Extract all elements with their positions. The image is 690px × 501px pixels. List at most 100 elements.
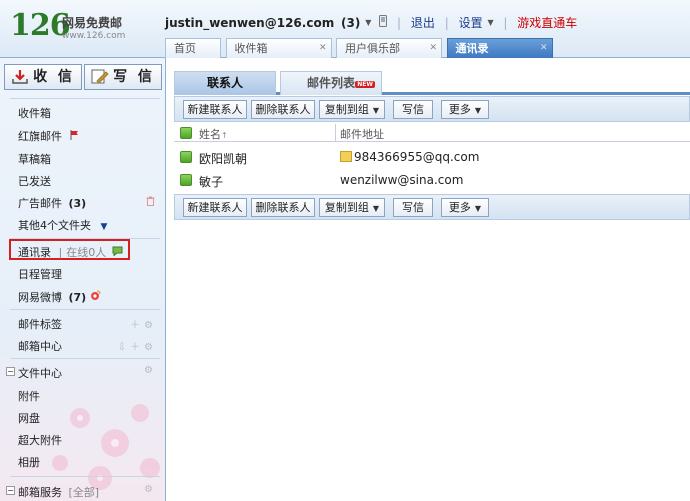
row-checkbox[interactable] (180, 151, 192, 163)
mail-actions: 收 信 写 信 (4, 64, 162, 90)
folder-other[interactable]: 其他4个文件夹 ▼ (18, 217, 107, 233)
more-button[interactable]: 更多 ▼ (441, 198, 489, 217)
file-center-settings[interactable]: ⚙ (144, 365, 157, 376)
tab-mailing-list[interactable]: 邮件列表 NEW (280, 71, 382, 95)
row-checkbox[interactable] (180, 174, 192, 186)
tab-club[interactable]: 用户俱乐部 ✕ (336, 38, 442, 58)
logo-number: 126 (10, 8, 71, 43)
big-attach-label: 超大附件 (18, 434, 62, 447)
close-icon[interactable]: ✕ (540, 39, 548, 58)
tab-label: 收件箱 (234, 42, 268, 55)
toolbar-top: 新建联系人 删除联系人 复制到组 ▼ 写信 更多 ▼ (174, 96, 690, 122)
sidebar-item-contacts[interactable]: 通讯录 | 在线0人 (18, 244, 123, 260)
chevron-down-icon[interactable]: ▼ (365, 18, 371, 27)
account-count: (3) (341, 15, 361, 30)
logout-link[interactable]: 退出 (411, 14, 435, 31)
new-contact-button[interactable]: 新建联系人 (183, 198, 247, 217)
folder-inbox[interactable]: 收件箱 (18, 105, 51, 121)
center-tools[interactable]: ⇩＋⚙ (118, 338, 157, 353)
more-button[interactable]: 更多 ▼ (441, 100, 489, 119)
triangle-down-icon: ▼ (100, 222, 108, 232)
tab-label: 联系人 (206, 76, 243, 90)
sidebar-item-file-center[interactable]: 文件中心 (18, 365, 62, 381)
sidebar-item-calendar[interactable]: 日程管理 (18, 266, 62, 282)
sidebar-item-center[interactable]: 邮箱中心 (18, 338, 62, 354)
weibo-count: (7) (68, 291, 87, 304)
contact-email[interactable]: 984366955@qq.com (340, 150, 479, 164)
chat-bubble-icon[interactable] (112, 246, 123, 259)
sidebar-item-netdisk[interactable]: 网盘 (18, 410, 40, 426)
table-row[interactable]: 敏子 wenzilww@sina.com (174, 169, 690, 191)
logo-url: www.126.com (62, 31, 126, 41)
column-name[interactable]: 姓名↑ (199, 126, 228, 142)
logo-title: 网易免费邮 (62, 16, 123, 30)
delete-contact-button[interactable]: 删除联系人 (251, 198, 315, 217)
close-icon[interactable]: ✕ (429, 39, 437, 58)
folder-label: 红旗邮件 (18, 130, 62, 143)
settings-link[interactable]: 设置 (459, 14, 483, 31)
sidebar-item-big-attach[interactable]: 超大附件 (18, 432, 62, 448)
sidebar-item-services[interactable]: 邮箱服务 [全部] (18, 484, 99, 500)
select-all-checkbox[interactable] (180, 127, 192, 139)
collapse-icon[interactable]: − (6, 486, 15, 495)
folder-drafts[interactable]: 草稿箱 (18, 151, 51, 167)
tab-label: 通讯录 (455, 42, 489, 55)
tags-tools[interactable]: ＋⚙ (130, 316, 157, 331)
collapse-icon[interactable]: − (6, 367, 15, 376)
folder-flagged[interactable]: 红旗邮件 (18, 128, 79, 144)
sidebar-item-weibo[interactable]: 网易微博 (7) (18, 289, 101, 305)
trash-icon[interactable] (146, 196, 155, 209)
sidebar-item-attachments[interactable]: 附件 (18, 388, 40, 404)
sidebar-item-tags[interactable]: 邮件标签 (18, 316, 62, 332)
copy-to-group-button[interactable]: 复制到组 ▼ (319, 100, 385, 119)
copy-label: 复制到组 (324, 201, 369, 214)
tab-home[interactable]: 首页 (165, 38, 221, 58)
copy-label: 复制到组 (324, 103, 369, 116)
game-link[interactable]: 游戏直通车 (517, 14, 577, 31)
chevron-down-icon: ▼ (372, 106, 380, 115)
contact-name[interactable]: 欧阳凯朝 (199, 150, 247, 167)
user-bar: justin_wenwen@126.com (3) ▼ | 退出 | 设置 ▼ … (165, 14, 578, 31)
tab-inbox[interactable]: 收件箱 ✕ (225, 38, 332, 58)
contact-name[interactable]: 敏子 (199, 173, 223, 190)
table-row[interactable]: 欧阳凯朝 984366955@qq.com (174, 146, 690, 168)
contacts-label: 通讯录 (18, 246, 51, 259)
online-count: 在线0人 (66, 246, 107, 259)
more-label: 更多 (448, 103, 471, 116)
receive-button[interactable]: 收 信 (4, 64, 82, 90)
account-name[interactable]: justin_wenwen@126.com (165, 16, 334, 30)
folder-label: 草稿箱 (18, 153, 51, 166)
chevron-down-icon[interactable]: ▼ (487, 18, 493, 27)
more-label: 更多 (448, 201, 471, 214)
write-mail-button[interactable]: 写信 (393, 198, 433, 217)
center-label: 邮箱中心 (18, 340, 62, 353)
mobile-icon[interactable] (379, 15, 388, 30)
sidebar: 收 信 写 信 收件箱 红旗邮件 草稿箱 已发送 广告邮件 (3) 其他4个文件… (0, 58, 166, 501)
email-text: 984366955@qq.com (354, 150, 480, 164)
column-label: 姓名 (199, 128, 221, 141)
folder-label: 广告邮件 (18, 197, 62, 210)
folder-label: 收件箱 (18, 107, 51, 120)
qq-icon (340, 151, 352, 162)
delete-contact-button[interactable]: 删除联系人 (251, 100, 315, 119)
column-email[interactable]: 邮件地址 (340, 126, 384, 142)
chevron-down-icon: ▼ (474, 204, 482, 213)
folder-sent[interactable]: 已发送 (18, 173, 51, 189)
tab-contacts[interactable]: 通讯录 ✕ (446, 38, 553, 58)
close-icon[interactable]: ✕ (319, 39, 327, 58)
new-contact-button[interactable]: 新建联系人 (183, 100, 247, 119)
folder-ads[interactable]: 广告邮件 (3) (18, 195, 86, 211)
receive-label: 收 信 (33, 69, 75, 85)
tab-contacts-list[interactable]: 联系人 (174, 71, 276, 95)
write-button[interactable]: 写 信 (84, 64, 162, 90)
services-settings[interactable]: ⚙ (144, 484, 157, 495)
tags-label: 邮件标签 (18, 318, 62, 331)
write-mail-button[interactable]: 写信 (393, 100, 433, 119)
attachments-label: 附件 (18, 390, 40, 403)
sidebar-item-album[interactable]: 相册 (18, 454, 40, 470)
divider (10, 98, 160, 99)
copy-to-group-button[interactable]: 复制到组 ▼ (319, 198, 385, 217)
folder-label: 其他4个文件夹 (18, 219, 91, 232)
contact-email[interactable]: wenzilww@sina.com (340, 173, 463, 187)
services-all-link[interactable]: [全部] (69, 486, 100, 499)
